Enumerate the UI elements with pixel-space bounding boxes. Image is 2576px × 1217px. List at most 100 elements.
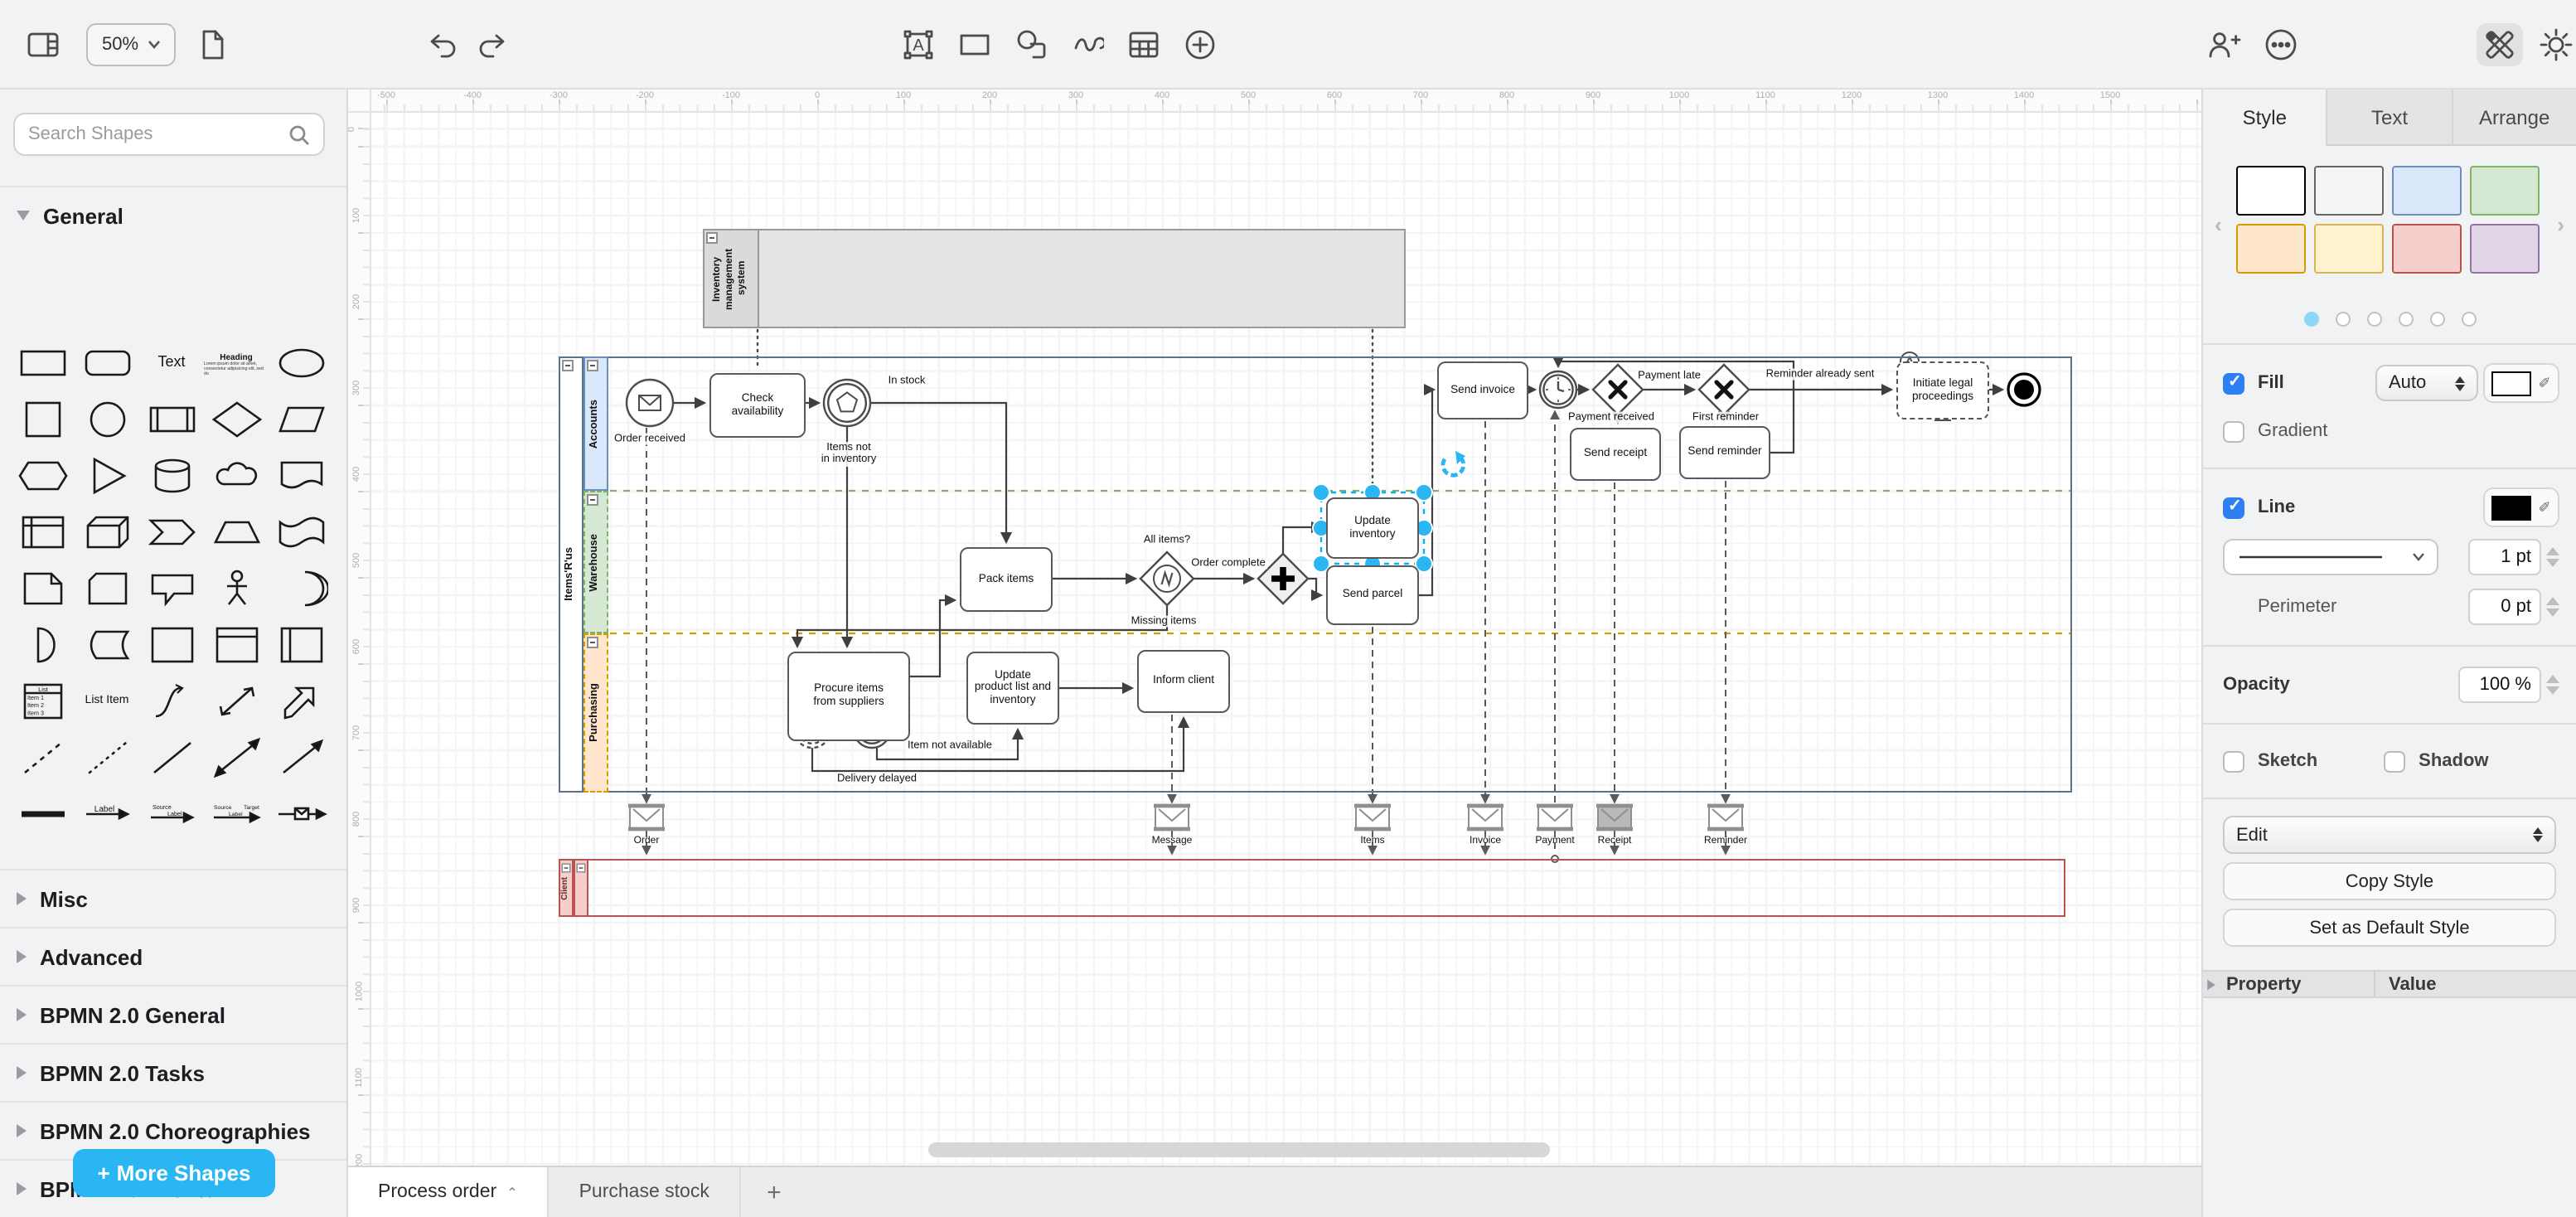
line-style-select[interactable] [2223, 539, 2438, 575]
sidebar-toggle-icon[interactable] [20, 23, 66, 66]
style-swatch-3[interactable] [2470, 166, 2540, 216]
shape-horizontal-container[interactable] [269, 617, 333, 673]
shape-arrow-source-label[interactable]: SourceLabel [139, 786, 204, 842]
style-swatch-6[interactable] [2392, 224, 2462, 274]
shape-diagonal-arrow[interactable] [269, 673, 333, 730]
section-general[interactable]: General [0, 186, 346, 244]
preset-dot[interactable] [2461, 312, 2476, 327]
collapse-icon[interactable] [587, 494, 598, 506]
shape-trapezoid[interactable] [204, 504, 269, 560]
preset-dot[interactable] [2429, 312, 2444, 327]
shape-text[interactable]: Text [139, 335, 204, 391]
share-button[interactable] [2201, 23, 2248, 66]
insert-tool[interactable] [1177, 23, 1223, 66]
style-swatch-1[interactable] [2314, 166, 2384, 216]
line-width-stepper[interactable] [2543, 539, 2561, 575]
collapse-icon[interactable] [562, 360, 574, 371]
style-swatch-4[interactable] [2236, 224, 2306, 274]
tab-style[interactable]: Style [2203, 90, 2327, 146]
collapse-icon[interactable] [587, 637, 598, 648]
shape-link[interactable] [10, 786, 75, 842]
shape-cube[interactable] [75, 504, 139, 560]
shape-rectangle[interactable] [10, 335, 75, 391]
page-icon[interactable] [189, 23, 235, 66]
add-page-button[interactable]: + [741, 1167, 807, 1217]
shape-cloud[interactable] [204, 448, 269, 504]
shape-hexagon[interactable] [10, 448, 75, 504]
design-tools-button[interactable] [2477, 23, 2523, 66]
message-envelope-reminder[interactable] [1707, 806, 1744, 829]
opacity-input[interactable]: 100 % [2458, 667, 2541, 703]
section-bpmn-2-0-tasks[interactable]: BPMN 2.0 Tasks [0, 1043, 346, 1101]
gradient-checkbox[interactable] [2223, 420, 2244, 442]
shape-actor[interactable] [204, 560, 269, 617]
shape-callout[interactable] [139, 560, 204, 617]
shape-card[interactable] [75, 560, 139, 617]
line-checkbox[interactable] [2223, 497, 2244, 518]
theme-toggle-icon[interactable] [2533, 23, 2576, 66]
sketch-checkbox[interactable] [2223, 750, 2244, 772]
shape-step[interactable] [139, 504, 204, 560]
shape-list-item[interactable]: List Item [75, 673, 139, 730]
property-column[interactable]: Property [2203, 972, 2375, 996]
shape-cylinder[interactable] [139, 448, 204, 504]
redo-button[interactable] [471, 23, 517, 66]
lane-label-purchasing[interactable]: Purchasing [583, 633, 608, 793]
perimeter-stepper[interactable] [2543, 589, 2561, 625]
message-envelope-order[interactable] [628, 806, 665, 829]
horizontal-scrollbar[interactable] [928, 1142, 1550, 1157]
text-tool[interactable]: A [895, 23, 942, 66]
shape-document[interactable] [269, 448, 333, 504]
edit-style-select[interactable]: Edit [2223, 816, 2556, 854]
shape-bidirectional-arrow[interactable] [204, 673, 269, 730]
preset-dot[interactable] [2398, 312, 2413, 327]
message-envelope-invoice[interactable] [1467, 806, 1503, 829]
collapse-icon[interactable] [706, 232, 718, 244]
preset-dot[interactable] [2335, 312, 2350, 327]
search-input[interactable] [28, 124, 288, 144]
task-check-availability[interactable]: Check availability [709, 373, 806, 438]
collapse-icon[interactable] [561, 863, 570, 872]
section-advanced[interactable]: Advanced [0, 927, 346, 985]
collapse-icon[interactable] [576, 863, 585, 872]
task-send-reminder[interactable]: Send reminder [1679, 426, 1770, 479]
more-shapes-button[interactable]: + More Shapes [73, 1149, 275, 1197]
task-send-invoice[interactable]: Send invoice [1437, 361, 1528, 419]
line-color-button[interactable]: ✐ [2483, 487, 2559, 527]
shape-parallelogram[interactable] [269, 391, 333, 448]
shape-square[interactable] [10, 391, 75, 448]
shape-ellipse[interactable] [269, 335, 333, 391]
shape-tape[interactable] [269, 504, 333, 560]
shape-rounded-rectangle[interactable] [75, 335, 139, 391]
message-envelope-payment[interactable] [1537, 806, 1573, 829]
opacity-stepper[interactable] [2543, 667, 2561, 703]
message-envelope-receipt[interactable] [1596, 806, 1633, 829]
shape-line[interactable] [139, 730, 204, 786]
more-options-icon[interactable] [2258, 23, 2304, 66]
shape-arrow[interactable] [269, 730, 333, 786]
shape-vertical-container[interactable] [204, 617, 269, 673]
task-inform-client[interactable]: Inform client [1137, 650, 1230, 713]
lane-label-warehouse[interactable]: Warehouse [583, 491, 608, 633]
line-width-input[interactable]: 1 pt [2468, 539, 2541, 575]
diagram-canvas[interactable]: Inventory management systemItems'R'usAcc… [371, 113, 2201, 1166]
fill-color-button[interactable]: ✐ [2483, 363, 2559, 403]
collapse-icon[interactable] [587, 360, 598, 371]
shape-data-storage[interactable] [75, 617, 139, 673]
page-tab-process-order[interactable]: Process order ⌃ [348, 1167, 550, 1217]
pool-client[interactable] [559, 859, 2065, 917]
freehand-tool[interactable] [1064, 23, 1111, 66]
style-swatch-5[interactable] [2314, 224, 2384, 274]
zoom-select[interactable]: 50% [86, 23, 176, 66]
task-initiate-legal-proceedings[interactable]: Initiate legal proceedings [1896, 361, 1989, 419]
presets-next-icon[interactable]: › [2557, 212, 2564, 237]
shape-arrow-source-target[interactable]: SourceLabelTarget [204, 786, 269, 842]
shape-dashed-line[interactable] [10, 730, 75, 786]
shape-double-arrow[interactable] [204, 730, 269, 786]
tab-text[interactable]: Text [2327, 90, 2452, 146]
shape-and[interactable] [10, 617, 75, 673]
shape-dotted-line[interactable] [75, 730, 139, 786]
shape-container[interactable] [139, 617, 204, 673]
copy-style-button[interactable]: Copy Style [2223, 862, 2556, 900]
tab-arrange[interactable]: Arrange [2451, 90, 2576, 146]
